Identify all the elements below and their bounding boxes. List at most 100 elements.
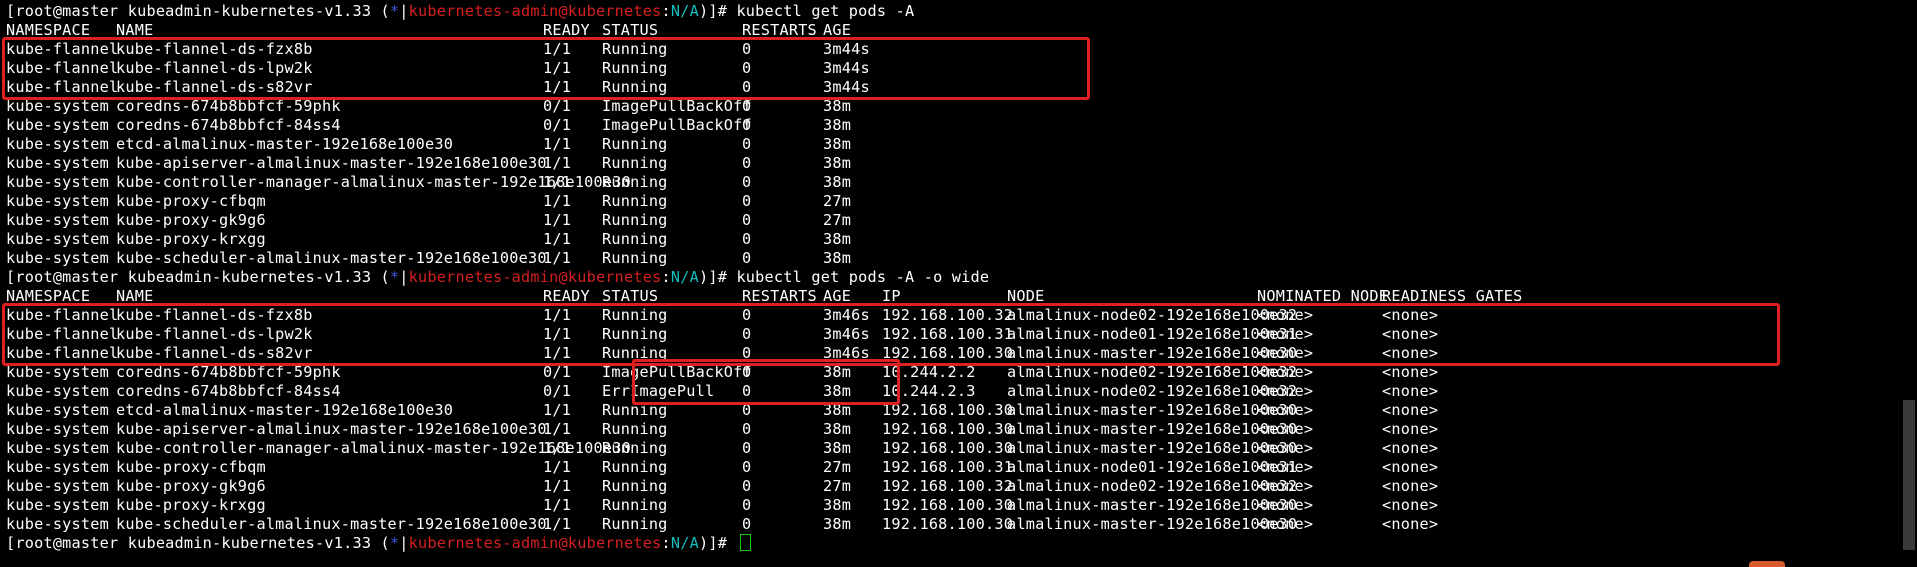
cell-status: Running: [602, 135, 668, 153]
cell-namespace: kube-system: [6, 249, 109, 267]
cell-name: kube-proxy-cfbqm: [116, 192, 266, 210]
prompt-colon: :: [661, 2, 671, 20]
cell-status: Running: [602, 192, 668, 210]
cell-readiness-gates: <none>: [1382, 382, 1439, 400]
cell-nominated: <none>: [1257, 496, 1314, 514]
cell-nominated: <none>: [1257, 458, 1314, 476]
terminal-window[interactable]: [root@master kubeadmin-kubernetes-v1.33 …: [0, 0, 1917, 567]
prompt-colon: :: [661, 268, 671, 286]
cell-status: Running: [602, 249, 668, 267]
prompt-separator: |: [399, 534, 409, 552]
prompt-namespace: N/A: [670, 534, 699, 552]
cell-name: etcd-almalinux-master-192e168e100e30: [116, 135, 454, 153]
prompt-line: [root@master kubeadmin-kubernetes-v1.33 …: [6, 2, 914, 21]
prompt-star: *: [389, 268, 400, 286]
command-text: kubectl get pods -A -o wide: [736, 268, 990, 286]
cell-age: 38m: [823, 173, 852, 191]
cursor-block[interactable]: [740, 534, 752, 551]
prompt-namespace: N/A: [670, 2, 699, 20]
cell-namespace: kube-system: [6, 211, 109, 229]
cell-node: almalinux-master-192e168e100e30: [1007, 496, 1298, 514]
flannel-highlight-box-1: [2, 37, 1090, 100]
cell-ready: 1/1: [543, 420, 572, 438]
prompt-separator: |: [399, 2, 409, 20]
cell-namespace: kube-system: [6, 116, 109, 134]
cell-node: almalinux-node02-192e168e100e32: [1007, 477, 1298, 495]
cell-restarts: 0: [742, 496, 752, 514]
cell-status: Running: [602, 515, 668, 533]
cell-name: kube-scheduler-almalinux-master-192e168e…: [116, 249, 547, 267]
cell-age: 38m: [823, 439, 852, 457]
cell-name: etcd-almalinux-master-192e168e100e30: [116, 401, 454, 419]
cell-namespace: kube-system: [6, 382, 109, 400]
cell-readiness-gates: <none>: [1382, 458, 1439, 476]
cell-status: Running: [602, 477, 668, 495]
cell-namespace: kube-system: [6, 173, 109, 191]
cell-node: almalinux-master-192e168e100e30: [1007, 401, 1298, 419]
scrollbar-thumb[interactable]: [1903, 400, 1915, 550]
cell-ready: 1/1: [543, 439, 572, 457]
cell-namespace: kube-system: [6, 496, 109, 514]
cell-ip: 192.168.100.30: [882, 420, 1014, 438]
cell-name: kube-proxy-gk9g6: [116, 211, 266, 229]
cell-namespace: kube-system: [6, 458, 109, 476]
cell-namespace: kube-system: [6, 401, 109, 419]
cell-name: kube-proxy-gk9g6: [116, 477, 266, 495]
cell-age: 38m: [823, 230, 852, 248]
cell-nominated: <none>: [1257, 420, 1314, 438]
cell-name: kube-proxy-krxgg: [116, 496, 266, 514]
cell-status: Running: [602, 230, 668, 248]
prompt-tail: )]#: [698, 268, 737, 286]
command-text: kubectl get pods -A: [736, 2, 915, 20]
cell-readiness-gates: <none>: [1382, 401, 1439, 419]
cell-ready: 1/1: [543, 211, 572, 229]
vertical-scrollbar[interactable]: [1901, 0, 1917, 567]
cell-age: 27m: [823, 211, 852, 229]
cell-readiness-gates: <none>: [1382, 439, 1439, 457]
cell-restarts: 0: [742, 420, 752, 438]
prompt-separator: |: [399, 268, 409, 286]
cell-readiness-gates: <none>: [1382, 496, 1439, 514]
cell-ready: 1/1: [543, 135, 572, 153]
cell-status: Running: [602, 154, 668, 172]
cell-restarts: 0: [742, 135, 752, 153]
cell-name: kube-apiserver-almalinux-master-192e168e…: [116, 154, 547, 172]
prompt-user-host: [root@master kubeadmin-kubernetes-v1.33 …: [6, 2, 390, 20]
cell-readiness-gates: <none>: [1382, 477, 1439, 495]
prompt-user-host: [root@master kubeadmin-kubernetes-v1.33 …: [6, 534, 390, 552]
cell-ready: 1/1: [543, 192, 572, 210]
cell-ready: 1/1: [543, 230, 572, 248]
cell-age: 38m: [823, 116, 852, 134]
cell-node: almalinux-master-192e168e100e30: [1007, 439, 1298, 457]
cell-ip: 192.168.100.30: [882, 439, 1014, 457]
cell-ready: 1/1: [543, 401, 572, 419]
cell-age: 38m: [823, 135, 852, 153]
cell-ready: 1/1: [543, 249, 572, 267]
cell-readiness-gates: <none>: [1382, 515, 1439, 533]
cell-ready: 0/1: [543, 116, 572, 134]
cell-status: Running: [602, 211, 668, 229]
prompt-star: *: [389, 534, 400, 552]
prompt-context: kubernetes-admin@kubernetes: [408, 534, 662, 552]
prompt-context: kubernetes-admin@kubernetes: [408, 268, 662, 286]
cell-age: 38m: [823, 154, 852, 172]
cell-nominated: <none>: [1257, 477, 1314, 495]
cell-ready: 1/1: [543, 154, 572, 172]
cell-nominated: <none>: [1257, 439, 1314, 457]
cell-nominated: <none>: [1257, 401, 1314, 419]
cell-restarts: 0: [742, 230, 752, 248]
cell-restarts: 0: [742, 458, 752, 476]
cell-status: Running: [602, 458, 668, 476]
prompt-user-host: [root@master kubeadmin-kubernetes-v1.33 …: [6, 268, 390, 286]
cell-ready: 1/1: [543, 173, 572, 191]
cell-name: coredns-674b8bbfcf-84ss4: [116, 116, 341, 134]
corner-indicator: [1749, 561, 1785, 567]
cell-ip: 192.168.100.31: [882, 458, 1014, 476]
cell-nominated: <none>: [1257, 382, 1314, 400]
cell-restarts: 0: [742, 211, 752, 229]
cell-namespace: kube-system: [6, 135, 109, 153]
cell-name: kube-scheduler-almalinux-master-192e168e…: [116, 515, 547, 533]
cell-age: 38m: [823, 420, 852, 438]
cell-ip: 192.168.100.32: [882, 477, 1014, 495]
cell-namespace: kube-system: [6, 439, 109, 457]
